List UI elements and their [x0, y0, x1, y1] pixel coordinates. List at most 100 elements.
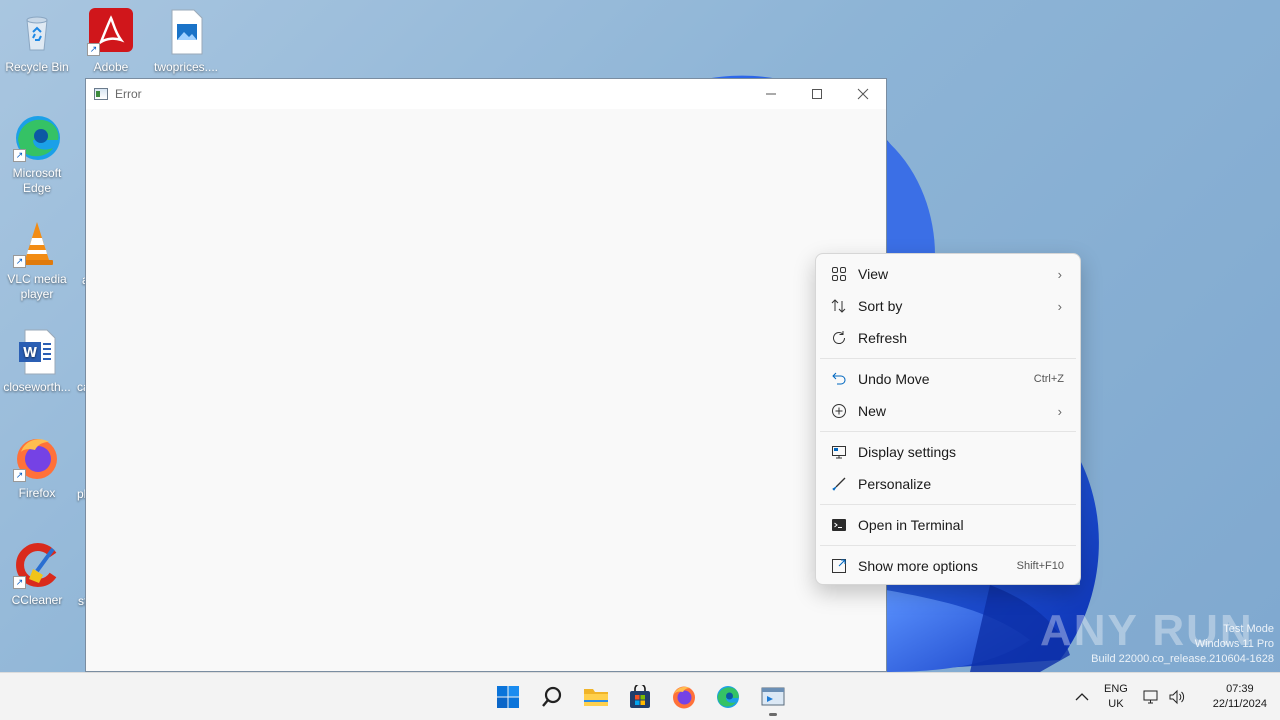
chevron-right-icon: ›	[1057, 403, 1062, 419]
test-mode-watermark: Test Mode Windows 11 Pro Build 22000.co_…	[1091, 622, 1274, 667]
active-app-icon	[761, 687, 785, 706]
store-icon	[630, 685, 650, 708]
maximize-button[interactable]	[794, 79, 840, 109]
start-icon	[497, 686, 519, 708]
new-plus-icon	[830, 402, 848, 420]
menu-item-personalize[interactable]: Personalize	[820, 468, 1076, 500]
watermark-line: Windows 11 Pro	[1194, 638, 1274, 650]
file-explorer-button[interactable]	[581, 682, 611, 712]
shortcut-arrow-icon: ↗	[87, 43, 100, 56]
active-app-indicator	[769, 713, 777, 716]
shortcut-arrow-icon: ↗	[13, 149, 26, 162]
grid-view-icon	[830, 265, 848, 283]
window-titlebar[interactable]: Error	[86, 79, 886, 109]
desktop-icon-label: Recycle Bin	[5, 60, 69, 74]
terminal-icon	[830, 516, 848, 534]
start-button[interactable]	[493, 682, 523, 712]
desktop-icon-label: Firefox	[18, 486, 56, 500]
menu-item-display-settings[interactable]: Display settings	[820, 436, 1076, 468]
desktop-icon-label: CCleaner	[11, 593, 63, 607]
watermark-line: Build 22000.co_release.210604-1628	[1091, 653, 1274, 665]
image-file-icon	[162, 8, 210, 56]
menu-item-refresh[interactable]: Refresh	[820, 322, 1076, 354]
desktop-icon-adobe-acrobat[interactable]: ↗ Adobe Acrobat	[74, 8, 148, 75]
desktop-icon-label: Adobe Acrobat	[93, 60, 129, 74]
chevron-right-icon: ›	[1057, 298, 1062, 314]
firefox-taskbar-button[interactable]	[669, 682, 699, 712]
desktop-icon-recycle-bin[interactable]: Recycle Bin	[0, 8, 74, 75]
desktop-icon-firefox[interactable]: ↗ Firefox	[0, 434, 74, 501]
menu-item-label: Show more options	[858, 558, 978, 574]
firefox-icon	[673, 686, 695, 709]
clock[interactable]: 07:39 22/11/2024	[1208, 682, 1272, 712]
menu-separator	[820, 431, 1076, 432]
maximize-icon	[812, 89, 822, 99]
firefox-icon: ↗	[13, 434, 61, 482]
language-indicator[interactable]: ENG UK	[1104, 682, 1128, 712]
menu-item-open-in-terminal[interactable]: Open in Terminal	[820, 509, 1076, 541]
adobe-acrobat-icon: ↗	[87, 8, 135, 56]
undo-icon	[830, 370, 848, 388]
window-controls	[748, 79, 886, 109]
menu-shortcut: Shift+F10	[1016, 560, 1064, 572]
desktop-icon-microsoft-edge[interactable]: ↗ Microsoft Edge	[0, 114, 74, 196]
sort-icon	[830, 297, 848, 315]
keyboard-layout: UK	[1108, 698, 1124, 710]
active-app-taskbar-button[interactable]	[758, 682, 788, 712]
menu-item-view[interactable]: View ›	[820, 258, 1076, 290]
menu-item-label: Undo Move	[858, 371, 930, 387]
shortcut-arrow-icon: ↗	[13, 255, 26, 268]
menu-item-sort-by[interactable]: Sort by ›	[820, 290, 1076, 322]
shortcut-arrow-icon: ↗	[13, 469, 26, 482]
error-window[interactable]: Error	[85, 78, 887, 672]
volume-button[interactable]	[1168, 689, 1186, 705]
desktop-icon-label: closeworth...	[3, 380, 71, 394]
svg-text:W: W	[23, 346, 37, 361]
recycle-bin-icon	[13, 8, 61, 56]
search-button[interactable]	[537, 682, 567, 712]
menu-separator	[820, 358, 1076, 359]
taskbar: ENG UK 07:39 22/11/2024	[0, 672, 1280, 720]
volume-icon	[1169, 689, 1184, 705]
minimize-button[interactable]	[748, 79, 794, 109]
menu-separator	[820, 504, 1076, 505]
menu-item-new[interactable]: New ›	[820, 395, 1076, 427]
desktop-icon-ccleaner[interactable]: ↗ CCleaner	[0, 541, 74, 608]
chevron-right-icon: ›	[1057, 266, 1062, 282]
close-icon	[857, 88, 869, 100]
store-button[interactable]	[625, 682, 655, 712]
menu-shortcut: Ctrl+Z	[1033, 373, 1064, 385]
menu-item-undo-move[interactable]: Undo Move Ctrl+Z	[820, 363, 1076, 395]
refresh-icon	[830, 329, 848, 347]
clock-time: 07:39	[1226, 683, 1254, 695]
desktop-icon-vlc[interactable]: ↗ VLC media player	[0, 220, 74, 302]
display-icon	[830, 443, 848, 461]
word-document-icon: W	[13, 328, 61, 376]
menu-item-label: View	[858, 266, 889, 282]
menu-separator	[820, 545, 1076, 546]
system-tray: ENG UK 07:39 22/11/2024	[1072, 673, 1272, 720]
desktop-icon-label: twoprices....	[153, 60, 219, 74]
menu-item-label: Open in Terminal	[858, 517, 964, 533]
shortcut-arrow-icon: ↗	[13, 576, 26, 589]
watermark-line: Test Mode	[1223, 623, 1274, 635]
desktop-icon-label: Microsoft Edge	[12, 166, 62, 195]
show-hidden-icons-button[interactable]	[1072, 692, 1092, 702]
desktop-icon-twoprices[interactable]: twoprices....	[149, 8, 223, 75]
desktop-icon-closeworth[interactable]: W closeworth...	[0, 328, 74, 395]
edge-taskbar-button[interactable]	[713, 682, 743, 712]
window-title: Error	[115, 87, 142, 101]
menu-item-show-more-options[interactable]: Show more options Shift+F10	[820, 550, 1076, 582]
desktop-context-menu: View › Sort by › Refresh Undo Move Ctrl+…	[815, 253, 1081, 585]
minimize-icon	[766, 93, 776, 95]
menu-item-label: New	[858, 403, 887, 419]
menu-item-label: Sort by	[858, 298, 903, 314]
close-button[interactable]	[840, 79, 886, 109]
more-options-icon	[830, 557, 848, 575]
network-button[interactable]	[1142, 689, 1160, 705]
menu-item-label: Personalize	[858, 476, 932, 492]
window-content	[86, 109, 886, 671]
edge-icon: ↗	[13, 114, 61, 162]
network-icon	[1143, 690, 1158, 704]
brush-icon	[830, 475, 848, 493]
